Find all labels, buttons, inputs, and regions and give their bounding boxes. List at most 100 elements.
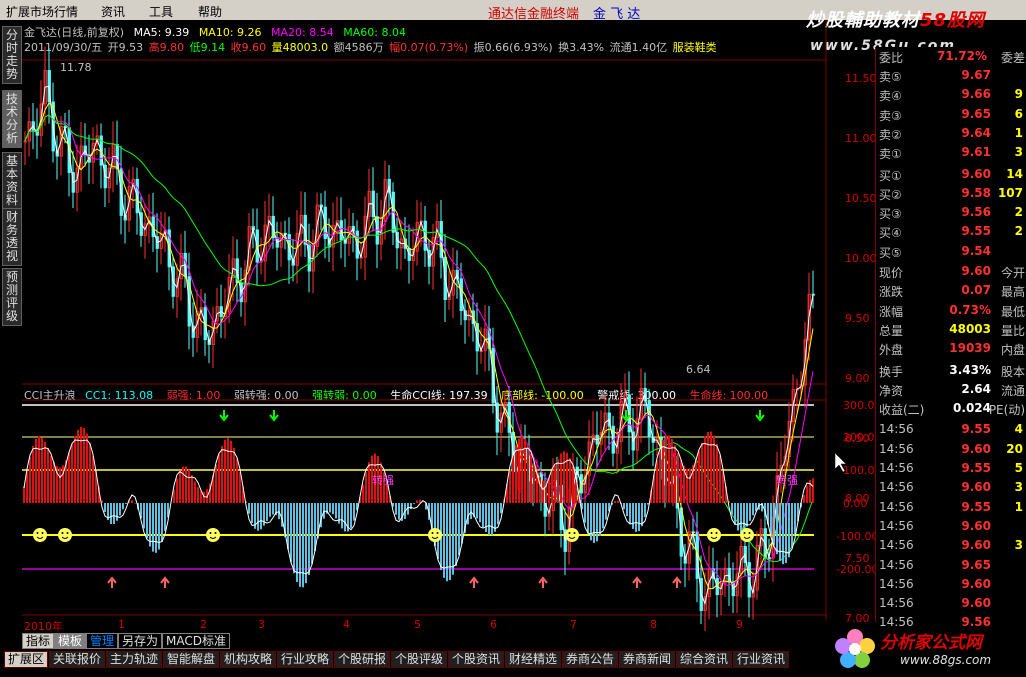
sell-level-row: 卖① 9.61 3 (879, 145, 1023, 162)
candle (563, 507, 567, 576)
quote-weibi-row: 委比 71.72% 委差 (879, 49, 1025, 65)
quote-stat2-row: 收益(二) 0.024 PE(动) (879, 401, 1025, 418)
candle (151, 192, 155, 252)
smile-icon (565, 528, 579, 542)
indicator-tab[interactable]: 指标 (22, 633, 55, 649)
tick-row: 14:569.60 (879, 518, 991, 533)
info-tab[interactable]: 智能解盘 (163, 651, 220, 668)
price-tick: 9.50 (845, 312, 870, 325)
sell-level-row: 卖② 9.64 1 (879, 125, 1023, 142)
sell-level-row: 卖④ 9.66 9 (879, 87, 1023, 104)
info-tab[interactable]: 扩展区 (4, 651, 49, 668)
candle (651, 424, 655, 467)
up-arrow-icon (160, 576, 170, 588)
info-tab[interactable]: 关联报价 (49, 651, 106, 668)
price-tick: 11.50 (845, 72, 877, 85)
up-arrow-icon (538, 576, 548, 588)
tick-row: 14:569.60 (879, 596, 991, 611)
candle (683, 543, 687, 588)
tick-row: 14:56 9.55 1 (879, 499, 1023, 514)
info-tab[interactable]: 券商公告 (562, 651, 619, 668)
tick-row: 14:56 9.65 (879, 557, 991, 572)
candle (303, 192, 307, 257)
smile-icon (428, 528, 442, 542)
candle (91, 127, 95, 185)
candle (435, 203, 439, 251)
candle (147, 194, 151, 244)
candle (83, 123, 87, 167)
info-tabs: 扩展区 关联报价 主力轨迹 智能解盘 机构攻略 行业攻略 个股研报 个股评级 个股资讯 财经精选券… (0, 650, 820, 668)
indicator-tab[interactable]: 模板 (54, 633, 87, 649)
quote-panel: 委比 71.72% 委差 卖⑤ 9.67 卖④ 9.66 9 卖③ 9.65 6 卖② 9.64 1 卖①… (875, 47, 1026, 649)
info-tab[interactable]: 个股研报 (334, 651, 391, 668)
price-tick: 7.00 (845, 612, 870, 625)
info-tab[interactable]: 财经精选 (505, 651, 562, 668)
sell-level-row: 卖⑤ 9.67 (879, 68, 991, 84)
buy-level-row: 买④ 9.55 2 (879, 224, 1023, 241)
up-arrow-icon (672, 576, 682, 588)
price-tick: 10.00 (845, 252, 877, 265)
candle (499, 400, 503, 453)
info-tab[interactable]: 综合资讯 (676, 651, 733, 668)
info-tab[interactable]: 主力轨迹 (106, 651, 163, 668)
time-tick: 2 (200, 618, 207, 631)
low-annotation: 6.64 (686, 363, 711, 376)
info-tab[interactable]: 行业资讯 (733, 651, 790, 668)
smile-icon (707, 528, 721, 542)
cci-tick: 0.00 (843, 497, 868, 510)
ma60-line (24, 114, 814, 563)
tick-row: 14:56 9.55 4 (879, 422, 1023, 437)
candle (43, 46, 47, 126)
candle (463, 299, 467, 344)
smile-icon (33, 528, 47, 542)
buy-level-row: 买⑤ 9.54 (879, 243, 991, 260)
candle (591, 411, 595, 457)
turn-strong-label-a: 转强 (372, 474, 394, 487)
flower-logo-icon (835, 629, 875, 668)
buy-level-row: 买② 9.58 107 (879, 185, 1023, 202)
info-tab[interactable]: 个股评级 (391, 651, 448, 668)
candle (447, 271, 451, 311)
candle (115, 120, 119, 185)
price-tick: 10.50 (845, 192, 877, 205)
time-tick: 9 (736, 618, 743, 631)
sell-level-row: 卖③ 9.65 6 (879, 106, 1023, 123)
price-tick: 11.00 (845, 132, 877, 145)
cci-tick: -200.00 (836, 563, 879, 576)
info-tab[interactable]: 个股资讯 (448, 651, 505, 668)
price-tick: 9.00 (845, 372, 870, 385)
high-annotation: 11.78 (60, 61, 92, 74)
candle (211, 306, 215, 369)
candle (719, 569, 723, 616)
time-tick: 7 (570, 618, 577, 631)
info-tab[interactable]: 行业攻略 (277, 651, 334, 668)
quote-stat-row: 涨跌 0.07 最高 (879, 283, 1025, 300)
quote-stat-row: 外盘 19039 内盘 (879, 341, 1025, 358)
footer-logo-text: 分析家公式网 (880, 633, 982, 653)
candle (367, 168, 371, 236)
candle (355, 220, 359, 281)
tick-row: 14:56 9.60 3 (879, 538, 1023, 553)
candle (123, 194, 127, 244)
info-tab[interactable]: 机构攻略 (220, 651, 277, 668)
candle (811, 270, 815, 309)
quote-stat-row: 总量 48003 量比 (879, 321, 1025, 338)
tick-row: 14:56 9.55 5 (879, 461, 1023, 475)
time-tick: 8 (650, 618, 657, 631)
time-tick: 1 (118, 618, 125, 631)
info-tab[interactable]: 券商新闻 (619, 651, 676, 668)
indicator-tab[interactable]: 另存为 (118, 633, 163, 649)
indicator-tab[interactable]: MACD标准 (162, 633, 230, 649)
down-arrow-icon (755, 410, 765, 422)
down-arrow-icon (219, 410, 229, 422)
down-arrow-icon (269, 410, 279, 422)
smile-icon (740, 528, 754, 542)
candle (751, 571, 755, 620)
up-arrow-icon (632, 576, 642, 588)
quote-stat-row: 涨幅 0.73% 最低 (879, 302, 1025, 319)
indicator-tab[interactable]: 管理 (86, 633, 119, 649)
tick-row: 14:56 9.60 20 (879, 441, 1023, 456)
quote-stat2-row: 换手 3.43% 股本 (879, 362, 1025, 379)
candle (279, 221, 283, 267)
smile-icon (58, 528, 72, 542)
